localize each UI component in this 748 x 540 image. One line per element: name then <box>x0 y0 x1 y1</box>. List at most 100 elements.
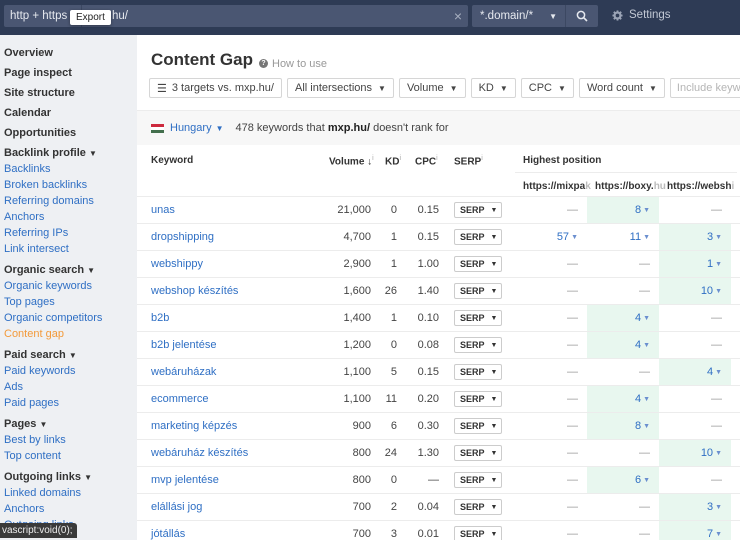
word-count-dropdown[interactable]: Word count ▼ <box>578 78 665 98</box>
sidebar-item-referring-ips[interactable]: Referring IPs <box>4 227 137 240</box>
position-value: 4 <box>634 312 642 324</box>
keyword-link[interactable]: b2b <box>151 305 169 331</box>
keyword-link[interactable]: unas <box>151 197 175 223</box>
sidebar-item-paid-pages[interactable]: Paid pages <box>4 397 137 410</box>
sidebar-heading-pages[interactable]: Pages ▼ <box>4 418 137 431</box>
position-site-2[interactable]: 4 ▼ <box>587 332 659 358</box>
sidebar-item-anchors[interactable]: Anchors <box>4 211 137 224</box>
chevron-down-icon: ▼ <box>715 530 722 538</box>
sidebar-item-opportunities[interactable]: Opportunities <box>4 127 137 140</box>
serp-button[interactable]: SERP ▼ <box>454 499 502 515</box>
keyword-link[interactable]: marketing képzés <box>151 413 237 439</box>
keyword-link[interactable]: dropshipping <box>151 224 214 250</box>
serp-button[interactable]: SERP ▼ <box>454 445 502 461</box>
keyword-link[interactable]: webáruházak <box>151 359 216 385</box>
no-rank-dash: — <box>711 312 722 324</box>
sidebar-item-organic-keywords[interactable]: Organic keywords <box>4 280 137 293</box>
kd-dropdown[interactable]: KD ▼ <box>470 78 516 98</box>
position-site-2[interactable]: 8 ▼ <box>587 413 659 439</box>
chevron-down-icon: ▼ <box>499 83 508 93</box>
intersections-dropdown[interactable]: All intersections ▼ <box>286 78 394 98</box>
serp-button[interactable]: SERP ▼ <box>454 418 502 434</box>
serp-button[interactable]: SERP ▼ <box>454 283 502 299</box>
sidebar-heading-paid-search[interactable]: Paid search ▼ <box>4 349 137 362</box>
position-site-1: — <box>515 359 587 385</box>
serp-button[interactable]: SERP ▼ <box>454 256 502 272</box>
cpc-dropdown[interactable]: CPC ▼ <box>520 78 574 98</box>
serp-button[interactable]: SERP ▼ <box>454 229 502 245</box>
sidebar-item-organic-competitors[interactable]: Organic competitors <box>4 312 137 325</box>
how-to-use-link[interactable]: ? How to use <box>259 58 327 70</box>
position-site-2[interactable]: 4 ▼ <box>587 305 659 331</box>
url-input[interactable]: hu/ <box>82 10 448 22</box>
position-site-2[interactable]: 8 ▼ <box>587 197 659 223</box>
sidebar-item-linked-domains[interactable]: Linked domains <box>4 487 137 500</box>
sidebar-item-overview[interactable]: Overview <box>4 47 137 60</box>
sidebar-item-broken-backlinks[interactable]: Broken backlinks <box>4 179 137 192</box>
sidebar-heading-backlink-profile[interactable]: Backlink profile ▼ <box>4 147 137 160</box>
position-site-3[interactable]: 1 ▼ <box>659 251 731 277</box>
sidebar-item-top-content[interactable]: Top content <box>4 450 137 463</box>
sidebar-item-referring-domains[interactable]: Referring domains <box>4 195 137 208</box>
sidebar-item-top-pages[interactable]: Top pages <box>4 296 137 309</box>
targets-button[interactable]: ☰ 3 targets vs. mxp.hu/ <box>149 78 282 98</box>
keyword-link[interactable]: elállási jog <box>151 494 202 520</box>
chevron-down-icon: ▼ <box>87 266 96 275</box>
keyword-link[interactable]: b2b jelentése <box>151 332 216 358</box>
position-site-1[interactable]: 57 ▼ <box>515 224 587 250</box>
serp-button[interactable]: SERP ▼ <box>454 337 502 353</box>
column-header-kd[interactable]: KDi <box>385 155 401 167</box>
mode-select[interactable]: *.domain/* ▼ <box>472 5 566 27</box>
include-keyword-input[interactable]: Include keyword Any <box>669 78 748 98</box>
column-header-site-2[interactable]: https://boxy.hu <box>595 181 667 192</box>
sidebar-item-outgoing-anchors[interactable]: Anchors <box>4 503 137 516</box>
sidebar-item-backlinks[interactable]: Backlinks <box>4 163 137 176</box>
position-site-3[interactable]: 7 ▼ <box>659 521 731 540</box>
table-row: ecommerce 1,100 11 0.20 SERP ▼ — 4 ▼ — <box>137 386 740 413</box>
sidebar-heading-outgoing-links[interactable]: Outgoing links ▼ <box>4 471 137 484</box>
sidebar-item-link-intersect[interactable]: Link intersect <box>4 243 137 256</box>
position-site-3[interactable]: 4 ▼ <box>659 359 731 385</box>
position-site-3[interactable]: 3 ▼ <box>659 224 731 250</box>
sidebar-item-page-inspect[interactable]: Page inspect <box>4 67 137 80</box>
serp-button[interactable]: SERP ▼ <box>454 472 502 488</box>
keyword-link[interactable]: mvp jelentése <box>151 467 219 493</box>
keyword-link[interactable]: webshop készítés <box>151 278 238 304</box>
serp-button[interactable]: SERP ▼ <box>454 310 502 326</box>
keyword-link[interactable]: ecommerce <box>151 386 208 412</box>
sidebar-item-calendar[interactable]: Calendar <box>4 107 137 120</box>
column-header-cpc[interactable]: CPCi <box>415 155 438 167</box>
sidebar-item-content-gap[interactable]: Content gap <box>4 328 137 341</box>
keyword-link[interactable]: webshippy <box>151 251 203 277</box>
keyword-link[interactable]: jótállás <box>151 521 185 540</box>
position-site-3[interactable]: 10 ▼ <box>659 440 731 466</box>
column-header-keyword[interactable]: Keyword <box>151 155 193 166</box>
serp-button[interactable]: SERP ▼ <box>454 364 502 380</box>
chevron-down-icon: ▼ <box>649 83 657 93</box>
position-site-2[interactable]: 6 ▼ <box>587 467 659 493</box>
serp-button[interactable]: SERP ▼ <box>454 391 502 407</box>
sidebar-item-site-structure[interactable]: Site structure <box>4 87 137 100</box>
column-header-volume[interactable]: Volume ↓i <box>329 155 374 167</box>
serp-button[interactable]: SERP ▼ <box>454 526 502 540</box>
sidebar-heading-organic-search[interactable]: Organic search ▼ <box>4 264 137 277</box>
position-site-3[interactable]: 3 ▼ <box>659 494 731 520</box>
sidebar-item-ads[interactable]: Ads <box>4 381 137 394</box>
sidebar-item-paid-keywords[interactable]: Paid keywords <box>4 365 137 378</box>
no-rank-dash: — <box>711 393 722 405</box>
position-site-2[interactable]: 4 ▼ <box>587 386 659 412</box>
column-header-site-3[interactable]: https://webshi <box>667 181 739 192</box>
position-site-2[interactable]: 11 ▼ <box>587 224 659 250</box>
column-header-site-1[interactable]: https://mixpak <box>523 181 595 192</box>
position-site-3[interactable]: 10 ▼ <box>659 278 731 304</box>
sidebar-item-best-by-links[interactable]: Best by links <box>4 434 137 447</box>
search-button[interactable] <box>566 5 598 27</box>
country-select[interactable]: Hungary ▼ <box>170 122 224 134</box>
clear-icon[interactable]: × <box>448 8 468 24</box>
serp-button[interactable]: SERP ▼ <box>454 202 502 218</box>
settings-button[interactable]: Settings <box>612 9 671 21</box>
volume-dropdown[interactable]: Volume ▼ <box>398 78 466 98</box>
keyword-link[interactable]: webáruház készítés <box>151 440 248 466</box>
no-rank-dash: — <box>711 339 722 351</box>
serp-cell: SERP ▼ <box>454 359 502 385</box>
